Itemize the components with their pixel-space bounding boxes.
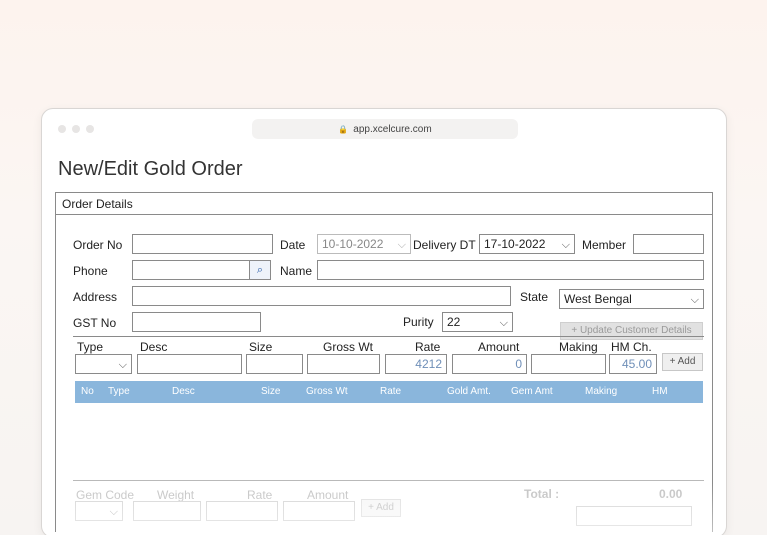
date-label: Date (280, 238, 306, 252)
col-size[interactable]: Size (261, 386, 280, 397)
gem-code-label: Gem Code (76, 488, 135, 502)
items-grid-header: No Type Desc Size Gross Wt Rate Gold Amt… (75, 381, 703, 403)
col-desc[interactable]: Desc (172, 386, 195, 397)
gem-amount-input[interactable] (283, 501, 355, 521)
separator (73, 480, 704, 481)
col-no[interactable]: No (81, 386, 94, 397)
address-bar[interactable]: 🔒 app.xcelcure.com (252, 119, 518, 139)
col-gross-wt[interactable]: Gross Wt (306, 386, 348, 397)
browser-window: 🔒 app.xcelcure.com New/Edit Gold Order O… (41, 108, 727, 535)
panel-header: Order Details (56, 193, 712, 215)
gem-rate-label: Rate (247, 488, 273, 502)
total-value: 0.00 (659, 487, 683, 501)
items-grid-body[interactable] (75, 403, 703, 479)
order-details-panel: Order Details Order No Date 10-10-2022 D… (55, 192, 714, 535)
close-dot[interactable] (58, 125, 66, 133)
rate-input[interactable]: 4212 (385, 354, 447, 374)
state-select[interactable]: West Bengal (559, 289, 704, 309)
gem-weight-input[interactable] (133, 501, 201, 521)
type-select[interactable] (75, 354, 132, 374)
add-item-label: Add (677, 356, 696, 367)
member-input[interactable] (633, 234, 704, 254)
customer-lookup-icon[interactable]: ⌕ (249, 260, 271, 280)
type-label: Type (77, 340, 104, 354)
page-title: New/Edit Gold Order (58, 158, 243, 180)
desc-label: Desc (140, 340, 168, 354)
order-no-input[interactable] (132, 234, 273, 254)
date-picker[interactable]: 10-10-2022 (317, 234, 411, 254)
url-text: app.xcelcure.com (353, 123, 432, 135)
name-label: Name (280, 264, 313, 278)
making-label: Making (559, 340, 598, 354)
member-label: Member (582, 238, 627, 252)
amount-label: Amount (478, 340, 520, 354)
hm-ch-input[interactable]: 45.00 (609, 354, 657, 374)
gem-weight-label: Weight (157, 488, 195, 502)
update-button-label: Update Customer Details (579, 325, 692, 336)
plus-icon: + (669, 356, 676, 367)
maximize-dot[interactable] (86, 125, 94, 133)
plus-icon: + (571, 325, 578, 336)
delivery-dt-picker[interactable]: 17-10-2022 (479, 234, 575, 254)
total-label: Total : (524, 487, 560, 501)
total-field[interactable] (576, 506, 692, 526)
phone-label: Phone (73, 264, 108, 278)
add-item-button[interactable]: + Add (662, 353, 703, 371)
state-label: State (520, 290, 549, 304)
col-gold-amt[interactable]: Gold Amt. (447, 386, 491, 397)
purity-select[interactable]: 22 (442, 312, 513, 332)
amount-input[interactable]: 0 (452, 354, 527, 374)
plus-icon: + (368, 502, 374, 513)
gross-wt-label: Gross Wt (323, 340, 373, 354)
order-no-label: Order No (73, 238, 123, 252)
gross-wt-input[interactable] (307, 354, 380, 374)
col-making[interactable]: Making (585, 386, 617, 397)
desc-input[interactable] (137, 354, 242, 374)
address-input[interactable] (132, 286, 511, 306)
add-gem-button[interactable]: + Add (361, 499, 401, 517)
gem-amount-label: Amount (307, 488, 349, 502)
size-input[interactable] (246, 354, 303, 374)
gst-no-input[interactable] (132, 312, 261, 332)
hm-ch-label: HM Ch. (611, 340, 652, 354)
rate-label: Rate (415, 340, 441, 354)
name-input[interactable] (317, 260, 704, 280)
separator (73, 336, 704, 337)
purity-label: Purity (403, 315, 434, 329)
making-input[interactable] (531, 354, 606, 374)
lock-icon: 🔒 (338, 124, 349, 134)
delivery-dt-label: Delivery DT (413, 238, 476, 252)
col-gem-amt[interactable]: Gem Amt (511, 386, 553, 397)
gst-no-label: GST No (73, 316, 117, 330)
phone-input[interactable] (132, 260, 250, 280)
size-label: Size (249, 340, 273, 354)
col-hm[interactable]: HM (652, 386, 668, 397)
address-label: Address (73, 290, 118, 304)
minimize-dot[interactable] (72, 125, 80, 133)
add-gem-label: Add (376, 502, 394, 513)
window-controls (58, 125, 94, 133)
gem-code-select[interactable] (75, 501, 123, 521)
col-type[interactable]: Type (108, 386, 130, 397)
gem-rate-input[interactable] (206, 501, 278, 521)
col-rate[interactable]: Rate (380, 386, 401, 397)
update-customer-details-button[interactable]: + Update Customer Details (560, 322, 703, 340)
